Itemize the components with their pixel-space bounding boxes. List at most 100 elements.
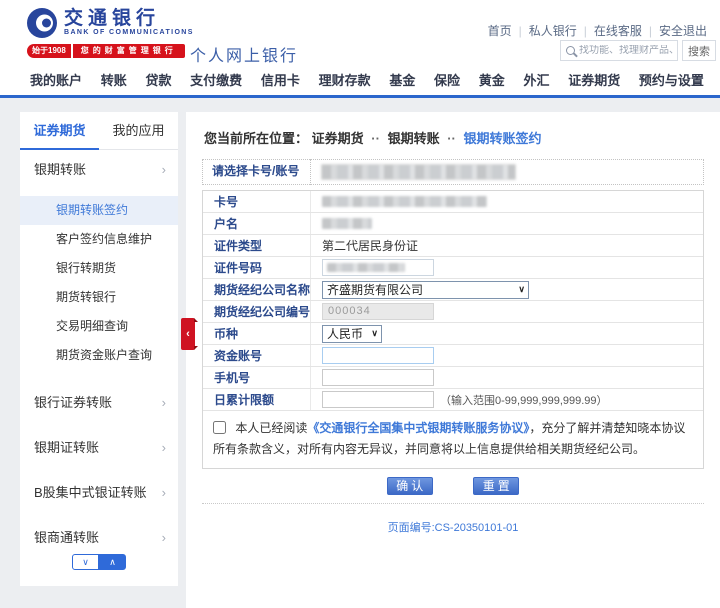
link-secure-logout[interactable]: 安全退出 (652, 22, 714, 39)
chevron-right-icon: › (162, 470, 166, 515)
breadcrumb-prefix: 您当前所在位置： (204, 131, 308, 146)
search-area: 搜索 (560, 40, 716, 61)
breadcrumb-separator: ·· (443, 131, 460, 146)
search-input[interactable] (579, 45, 675, 56)
form-actions: 确认 重置 (202, 477, 704, 495)
sidebar: 证券期货 我的应用 银期转账 › 银期转账签约 客户签约信息维护 银行转期货 期… (20, 112, 178, 586)
page-code: 页面编号:CS-20350101-01 (202, 519, 704, 535)
futures-company-code-row: 期货经纪公司编号 000034 (203, 301, 703, 323)
nav-item-loans[interactable]: 贷款 (145, 70, 171, 89)
sidebar-subitem-futures-account-query[interactable]: 期货资金账户查询 (20, 341, 178, 370)
nav-item-funds[interactable]: 基金 (389, 70, 415, 89)
daily-limit-row: 日累计限额 （输入范围0-99,999,999,999.99） (203, 389, 703, 411)
nav-item-gold[interactable]: 黄金 (479, 70, 505, 89)
scroll-down-button[interactable]: ∨ (72, 554, 99, 570)
sidebar-item-label: 银期转账 (34, 150, 86, 190)
sidebar-pager: ∨ ∧ (20, 554, 178, 570)
primary-nav: 我的账户 转账 贷款 支付缴费 信用卡 理财存款 基金 保险 黄金 外汇 证券期… (0, 64, 720, 95)
header: 交通银行 BANK OF COMMUNICATIONS 始于1908 您的财富管… (0, 0, 720, 64)
id-number-field (322, 259, 434, 276)
funds-account-label: 资金账号 (203, 345, 311, 366)
chevron-down-icon: ∨ (518, 284, 525, 295)
confirm-button[interactable]: 确认 (387, 477, 433, 495)
account-name-row: 户名 (203, 213, 703, 235)
nav-item-transfer[interactable]: 转账 (101, 70, 127, 89)
sidebar-subitem-transaction-details[interactable]: 交易明细查询 (20, 312, 178, 341)
signup-form: 请选择卡号/账号 卡号 户名 证件类型 第二代居民身份证 证件号码 期货经纪公司… (202, 159, 704, 535)
mobile-number-row: 手机号 (203, 367, 703, 389)
reset-button[interactable]: 重置 (473, 477, 519, 495)
nav-item-my-accounts[interactable]: 我的账户 (30, 70, 82, 89)
divider (202, 503, 704, 504)
agreement-link[interactable]: 《交通银行全国集中式银期转账服务协议》 (307, 421, 529, 435)
sidebar-tab-my-apps[interactable]: 我的应用 (99, 112, 178, 150)
sidebar-subitem-signup[interactable]: 银期转账签约 (20, 196, 178, 225)
sidebar-subitem-client-sign-info[interactable]: 客户签约信息维护 (20, 225, 178, 254)
scroll-up-button[interactable]: ∧ (99, 554, 126, 570)
futures-company-code-label: 期货经纪公司编号 (203, 301, 311, 322)
form-table: 卡号 户名 证件类型 第二代居民身份证 证件号码 期货经纪公司名称 齐盛期货有限… (202, 190, 704, 469)
nav-item-insurance[interactable]: 保险 (434, 70, 460, 89)
currency-label: 币种 (203, 323, 311, 344)
sidebar-collapse-icon[interactable]: ‹ (181, 318, 195, 350)
id-type-label: 证件类型 (203, 235, 311, 256)
card-number-label: 卡号 (203, 191, 311, 212)
nav-item-securities-futures[interactable]: 证券期货 (568, 70, 620, 89)
ribbon-year: 始于1908 (27, 44, 71, 58)
currency-selected-value: 人民币 (327, 325, 363, 342)
nav-item-appointments-settings[interactable]: 预约与设置 (639, 70, 704, 89)
funds-account-input[interactable] (322, 347, 434, 364)
search-icon (566, 46, 575, 55)
portal-title: 个人网上银行 (190, 42, 298, 66)
sidebar-item-bank-futures-securities-transfer[interactable]: 银期证转账 › (20, 425, 178, 470)
chevron-down-icon: ∨ (371, 328, 378, 339)
sidebar-item-bank-futures-transfer[interactable]: 银期转账 › (20, 150, 178, 190)
sidebar-item-b-share-centralized-transfer[interactable]: B股集中式银证转账 › (20, 470, 178, 515)
currency-select[interactable]: 人民币 ∨ (322, 325, 382, 343)
nav-item-forex[interactable]: 外汇 (523, 70, 549, 89)
card-select-label: 请选择卡号/账号 (203, 159, 311, 185)
sidebar-subitem-futures-to-bank[interactable]: 期货转银行 (20, 283, 178, 312)
bank-name-en: BANK OF COMMUNICATIONS (64, 29, 194, 36)
link-online-service[interactable]: 在线客服 (587, 22, 649, 39)
masked-value (322, 218, 372, 229)
search-button[interactable]: 搜索 (682, 40, 716, 61)
id-type-value: 第二代居民身份证 (311, 237, 703, 254)
ribbon-slogan: 您的财富管理银行 (73, 44, 185, 58)
search-box[interactable] (560, 40, 678, 61)
nav-item-credit-card[interactable]: 信用卡 (261, 70, 300, 89)
id-type-row: 证件类型 第二代居民身份证 (203, 235, 703, 257)
sidebar-tab-securities-futures[interactable]: 证券期货 (20, 112, 99, 150)
currency-row: 币种 人民币 ∨ (203, 323, 703, 345)
futures-company-select[interactable]: 齐盛期货有限公司 ∨ (322, 281, 529, 299)
mobile-number-input[interactable] (322, 369, 434, 386)
daily-limit-input[interactable] (322, 391, 434, 408)
bank-logo: 交通银行 BANK OF COMMUNICATIONS (26, 7, 194, 39)
nav-item-payments[interactable]: 支付缴费 (190, 70, 242, 89)
chevron-right-icon: › (162, 380, 166, 425)
chevron-right-icon: › (162, 425, 166, 470)
futures-company-name-row: 期货经纪公司名称 齐盛期货有限公司 ∨ (203, 279, 703, 301)
bocom-logo-icon (26, 7, 58, 39)
main-panel: ‹ 您当前所在位置： 证券期货 ·· 银期转账 ·· 银期转账签约 请选择卡号/… (186, 112, 720, 608)
breadcrumb-current: 银期转账签约 (464, 131, 542, 146)
sidebar-item-label: 银期证转账 (34, 425, 99, 470)
nav-item-wealth-deposits[interactable]: 理财存款 (319, 70, 371, 89)
sidebar-subitem-bank-to-futures[interactable]: 银行转期货 (20, 254, 178, 283)
sidebar-submenu: 银期转账签约 客户签约信息维护 银行转期货 期货转银行 交易明细查询 期货资金账… (20, 190, 178, 380)
card-number-row: 卡号 (203, 191, 703, 213)
breadcrumb-item: 证券期货 (312, 131, 364, 146)
card-select-field-masked-value[interactable] (321, 164, 516, 180)
sidebar-item-bank-securities-transfer[interactable]: 银行证券转账 › (20, 380, 178, 425)
sidebar-tabs: 证券期货 我的应用 (20, 112, 178, 150)
brand-ribbon: 始于1908 您的财富管理银行 (27, 44, 185, 58)
link-home[interactable]: 首页 (481, 22, 519, 39)
funds-account-row: 资金账号 (203, 345, 703, 367)
agreement-checkbox[interactable] (213, 421, 226, 434)
link-private-banking[interactable]: 私人银行 (522, 22, 584, 39)
agreement-row: 本人已经阅读《交通银行全国集中式银期转账服务协议》，充分了解并清楚知晓本协议所有… (203, 411, 703, 468)
daily-limit-hint: （输入范围0-99,999,999,999.99） (440, 392, 608, 408)
mobile-number-label: 手机号 (203, 367, 311, 388)
card-select-row: 请选择卡号/账号 (202, 159, 704, 185)
sidebar-item-label: B股集中式银证转账 (34, 470, 147, 515)
